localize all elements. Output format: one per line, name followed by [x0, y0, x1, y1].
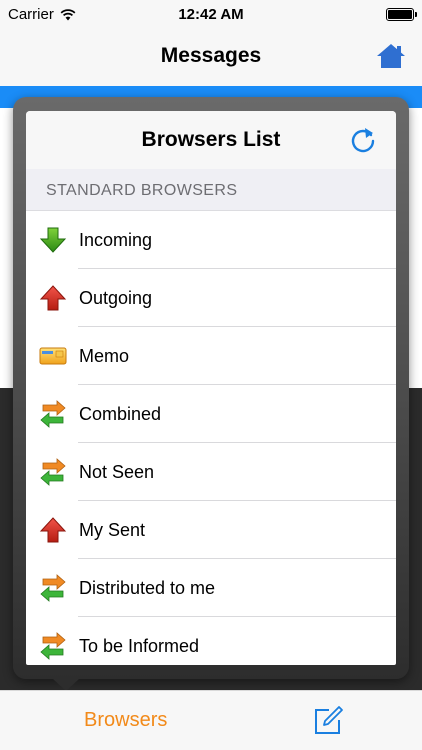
tab-bar: Browsers — [0, 690, 422, 750]
list-item-label: Memo — [79, 346, 130, 366]
status-time: 12:42 AM — [178, 6, 244, 23]
arrow-down-icon — [39, 227, 67, 253]
list-item-not-seen[interactable]: Not Seen — [26, 443, 396, 501]
home-icon[interactable] — [376, 42, 406, 70]
refresh-icon[interactable] — [348, 125, 378, 155]
list-item-label: My Sent — [79, 520, 146, 540]
list-item-combined[interactable]: Combined — [26, 385, 396, 443]
browsers-list-panel: Browsers List STANDARD BROWSERS Incoming… — [26, 111, 396, 665]
list-item-to-be-informed[interactable]: To be Informed — [26, 617, 396, 665]
panel-title: Browsers List — [141, 128, 281, 151]
arrow-up-icon — [39, 517, 67, 543]
list-item-label: Incoming — [79, 230, 153, 250]
memo-icon — [39, 347, 67, 365]
list-item-label: Outgoing — [79, 288, 153, 308]
page-title: Messages — [160, 44, 262, 67]
section-header-label: STANDARD BROWSERS — [46, 182, 238, 199]
exchange-icon — [40, 632, 66, 660]
list-item-distributed-to-me[interactable]: Distributed to me — [26, 559, 396, 617]
nav-bar: Messages — [0, 30, 422, 86]
panel-header: Browsers List — [26, 111, 396, 169]
battery-icon — [386, 8, 417, 21]
tab-browsers[interactable]: Browsers — [84, 709, 167, 732]
list-item-memo[interactable]: Memo — [26, 327, 396, 385]
list-item-outgoing[interactable]: Outgoing — [26, 269, 396, 327]
arrow-up-icon — [39, 285, 67, 311]
browser-list: Incoming Outgoing Memo Combined Not Seen… — [26, 211, 396, 665]
exchange-icon — [40, 574, 66, 602]
list-item-label: Distributed to me — [79, 578, 216, 598]
status-bar: Carrier 12:42 AM — [0, 0, 422, 30]
list-item-my-sent[interactable]: My Sent — [26, 501, 396, 559]
exchange-icon — [40, 458, 66, 486]
list-item-incoming[interactable]: Incoming — [26, 211, 396, 269]
exchange-icon — [40, 400, 66, 428]
list-item-label: To be Informed — [79, 636, 200, 656]
list-item-label: Combined — [79, 404, 162, 424]
compose-icon[interactable] — [312, 705, 344, 737]
list-item-label: Not Seen — [79, 462, 155, 482]
section-header: STANDARD BROWSERS — [26, 169, 396, 211]
